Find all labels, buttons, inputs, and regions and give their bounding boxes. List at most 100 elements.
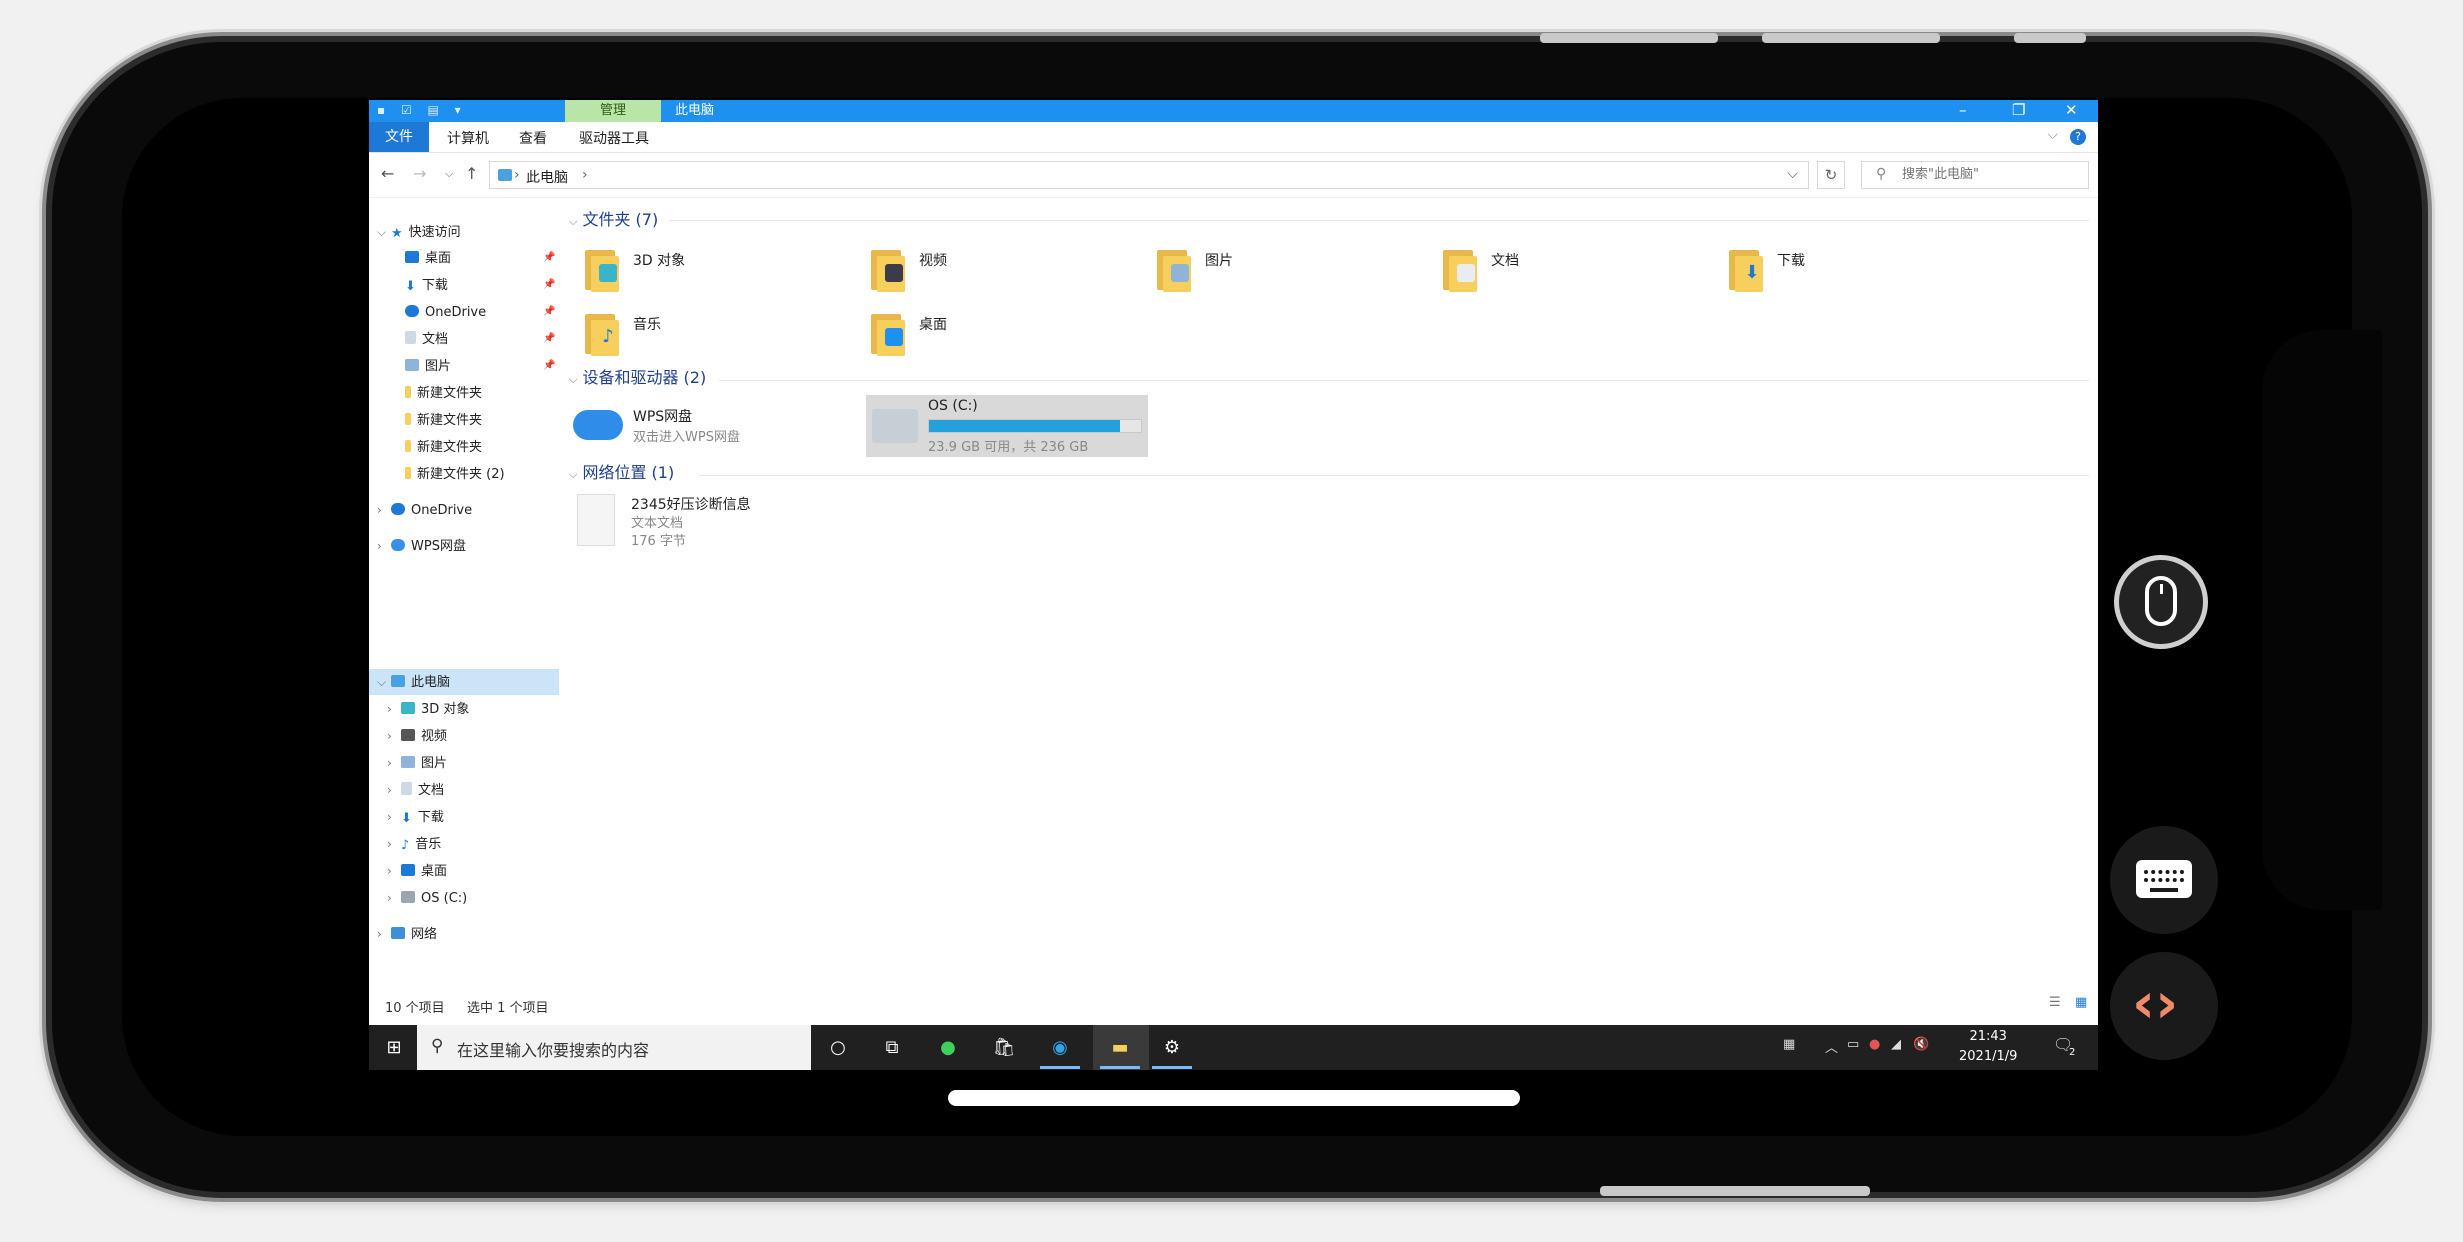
folder-documents[interactable]: 文档 — [1439, 244, 1679, 294]
tab-view[interactable]: 查看 — [519, 128, 547, 148]
nav-item-desktop[interactable]: › 桌面 — [387, 859, 447, 883]
home-indicator[interactable] — [948, 1090, 1520, 1106]
close-button[interactable]: ✕ — [2065, 100, 2078, 120]
folder-3d-objects[interactable]: 3D 对象 — [581, 244, 821, 294]
search-box[interactable]: ⚲ — [1861, 161, 2089, 189]
cortana-icon[interactable]: ○ — [825, 1035, 851, 1061]
nav-item-pictures[interactable]: › 图片 — [387, 751, 447, 775]
nav-item-new-folder[interactable]: 新建文件夹 — [405, 382, 482, 406]
group-header-folders[interactable]: ⌵ 文件夹 (7) — [569, 208, 658, 232]
settings-gear-icon[interactable]: ⚙ — [1159, 1035, 1185, 1061]
folder-music[interactable]: ♪ 音乐 — [581, 308, 821, 358]
keyboard-button[interactable] — [2110, 826, 2218, 934]
nav-item-onedrive-quick[interactable]: OneDrive — [405, 301, 486, 325]
pin-icon[interactable]: 📌 — [543, 279, 555, 290]
nav-item-downloads[interactable]: ⬇ 下载 — [405, 274, 448, 298]
details-view-icon[interactable]: ☰ — [2049, 995, 2061, 1010]
maximize-button[interactable]: ❐ — [2012, 100, 2025, 120]
nav-item-os-drive[interactable]: › OS (C:) — [387, 886, 467, 910]
nav-onedrive[interactable]: › OneDrive — [377, 498, 472, 522]
taskbar-search[interactable]: ⚲ 在这里输入你要搜索的内容 — [417, 1025, 811, 1070]
address-bar[interactable]: › 此电脑 › ⌵ — [489, 161, 1809, 189]
chevron-right-icon[interactable]: › — [582, 167, 588, 183]
folder-downloads[interactable]: ⬇ 下载 — [1725, 244, 1965, 294]
forward-arrow-icon[interactable]: → — [413, 164, 426, 183]
nav-item-documents[interactable]: 文档 — [405, 328, 448, 352]
group-header-network[interactable]: ⌵ 网络位置 (1) — [569, 461, 674, 485]
nav-network[interactable]: › 网络 — [377, 922, 437, 946]
chevron-down-icon[interactable]: ⌵ — [377, 220, 391, 244]
nav-quick-access[interactable]: ⌵ ★ 快速访问 — [377, 220, 461, 244]
tray-security-icon[interactable]: ● — [1869, 1037, 1880, 1052]
chevron-right-icon[interactable]: › — [377, 534, 391, 558]
minimize-button[interactable]: – — [1959, 100, 1967, 120]
file-explorer-icon[interactable]: ▬ — [1107, 1035, 1133, 1061]
address-dropdown-icon[interactable]: ⌵ — [1787, 166, 1798, 182]
pin-icon[interactable]: 📌 — [543, 252, 555, 263]
store-icon[interactable]: 🛍 — [991, 1035, 1017, 1061]
chevron-right-icon[interactable]: › — [387, 697, 401, 721]
nav-item-music[interactable]: › ♪ 音乐 — [387, 832, 441, 856]
large-icons-view-icon[interactable]: ▦ — [2075, 995, 2087, 1010]
folder-desktop[interactable]: 桌面 — [867, 308, 1107, 358]
keyboard-layout-icon[interactable]: ▦ — [1783, 1037, 1795, 1052]
nav-item-videos[interactable]: › 视频 — [387, 724, 447, 748]
window-titlebar[interactable]: ▪ ☑ ▤ ▾ 管理 此电脑 – ❐ ✕ — [369, 100, 2098, 122]
up-arrow-icon[interactable]: ↑ — [465, 164, 478, 183]
ribbon-expand-icon[interactable]: ⌵ — [2047, 127, 2058, 143]
back-arrow-icon[interactable]: ← — [381, 164, 394, 183]
nav-item-documents[interactable]: › 文档 — [387, 778, 444, 802]
nav-this-pc[interactable]: ⌵ 此电脑 — [377, 670, 450, 694]
chevron-right-icon[interactable]: › — [514, 167, 520, 183]
chevron-right-icon[interactable]: › — [377, 922, 391, 946]
tab-drive-tools[interactable]: 驱动器工具 — [579, 128, 649, 148]
address-path[interactable]: 此电脑 — [526, 167, 568, 187]
tray-device-icon[interactable]: ▭ — [1847, 1037, 1859, 1052]
nav-item-new-folder[interactable]: 新建文件夹 — [405, 436, 482, 460]
chevron-right-icon[interactable]: › — [387, 832, 401, 856]
search-input[interactable] — [1900, 166, 2084, 183]
chevron-right-icon[interactable]: › — [387, 886, 401, 910]
chevron-right-icon[interactable]: › — [387, 805, 401, 829]
show-hidden-icons-chevron-up-icon[interactable]: ︿ — [1825, 1037, 1838, 1056]
nav-item-desktop[interactable]: 桌面 — [405, 247, 451, 271]
nav-item-3d-objects[interactable]: › 3D 对象 — [387, 697, 469, 721]
chevron-down-icon[interactable]: ⌵ — [377, 670, 391, 694]
folder-videos[interactable]: 视频 — [867, 244, 1107, 294]
manage-tab[interactable]: 管理 — [565, 100, 661, 122]
network-file-item[interactable]: 2345好压诊断信息 文本文档 176 字节 — [575, 492, 835, 554]
chevron-right-icon[interactable]: › — [387, 724, 401, 748]
wechat-icon[interactable]: ● — [935, 1035, 961, 1061]
chevron-right-icon[interactable]: › — [377, 498, 391, 522]
nav-wps-drive[interactable]: › WPS网盘 — [377, 534, 466, 558]
chevron-right-icon[interactable]: › — [387, 859, 401, 883]
mouse-mode-button[interactable] — [2114, 555, 2208, 649]
refresh-button[interactable]: ↻ — [1817, 161, 1845, 189]
os-drive-item[interactable]: OS (C:) 23.9 GB 可用，共 236 GB — [866, 395, 1148, 457]
chevron-right-icon[interactable]: › — [387, 751, 401, 775]
tab-file[interactable]: 文件 — [369, 122, 429, 152]
nav-item-pictures[interactable]: 图片 — [405, 355, 451, 379]
code-toggle-button[interactable]: ‹› — [2110, 952, 2218, 1060]
windows-start-icon[interactable]: ⊞ — [381, 1035, 407, 1061]
pin-icon[interactable]: 📌 — [543, 360, 555, 371]
nav-item-new-folder-2[interactable]: 新建文件夹 (2) — [405, 463, 505, 487]
wps-drive-item[interactable]: WPS网盘 双击进入WPS网盘 — [573, 400, 833, 454]
content-pane[interactable]: ⌵ 文件夹 (7) 3D 对象 视频 图片 文档 ⬇ 下载 ♪ 音乐 桌面 ⌵ … — [569, 200, 2098, 995]
recent-dropdown-icon[interactable]: ⌵ — [445, 167, 453, 181]
quick-access-toolbar[interactable]: ▪ ☑ ▤ ▾ — [377, 103, 467, 117]
edge-icon[interactable]: ◉ — [1047, 1035, 1073, 1061]
taskbar-clock[interactable]: 21:43 2021/1/9 — [1959, 1027, 2017, 1067]
help-icon[interactable]: ? — [2070, 129, 2086, 145]
tab-computer[interactable]: 计算机 — [447, 128, 489, 148]
group-header-devices[interactable]: ⌵ 设备和驱动器 (2) — [569, 366, 706, 390]
volume-muted-icon[interactable]: 🔇 — [1913, 1037, 1929, 1052]
folder-pictures[interactable]: 图片 — [1153, 244, 1393, 294]
network-wifi-icon[interactable]: ◢ — [1891, 1037, 1901, 1052]
task-view-icon[interactable]: ⧉ — [879, 1035, 905, 1061]
pin-icon[interactable]: 📌 — [543, 306, 555, 317]
nav-item-new-folder[interactable]: 新建文件夹 — [405, 409, 482, 433]
remote-desktop-screen[interactable]: ▪ ☑ ▤ ▾ 管理 此电脑 – ❐ ✕ 文件 计算机 查看 驱动器工具 ⌵ ?… — [369, 100, 2098, 1070]
pin-icon[interactable]: 📌 — [543, 333, 555, 344]
nav-item-downloads[interactable]: › ⬇ 下载 — [387, 805, 444, 829]
